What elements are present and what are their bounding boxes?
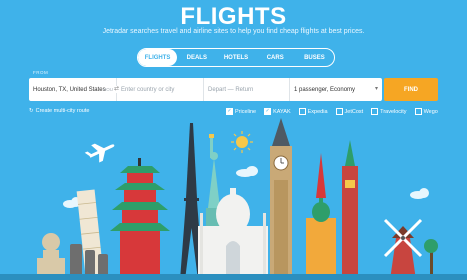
swap-icon[interactable]: ⇄ xyxy=(113,86,120,93)
find-button[interactable]: FIND xyxy=(384,78,438,101)
chevron-down-icon: ▾ xyxy=(374,86,378,92)
tab-buses[interactable]: BUSES xyxy=(295,49,334,66)
dates-field[interactable]: Depart — Return xyxy=(203,78,289,101)
passengers-value: 1 passenger, Economy xyxy=(294,86,356,93)
provider-wego[interactable]: Wego xyxy=(414,108,438,115)
kremlin-tower-icon xyxy=(342,140,358,280)
taj-mahal-icon xyxy=(198,188,268,280)
provider-kayak[interactable]: ✓ KAYAK xyxy=(264,108,291,115)
airplane-icon xyxy=(84,143,115,163)
dates-placeholder: Depart — Return xyxy=(208,86,254,93)
checkbox-checked-icon: ✓ xyxy=(226,108,233,115)
provider-label: Priceline xyxy=(235,108,257,115)
page-subtitle: Jetradar searches travel and airline sit… xyxy=(102,28,365,35)
page-title: FLIGHTS xyxy=(180,3,287,30)
checkbox-icon xyxy=(371,108,379,115)
checkbox-icon xyxy=(335,108,343,115)
ground-strip xyxy=(0,274,467,280)
provider-travelocity[interactable]: Travelocity xyxy=(371,108,407,115)
provider-label: KAYAK xyxy=(273,108,291,115)
destination-placeholder: Enter country or city xyxy=(121,86,175,93)
provider-priceline[interactable]: ✓ Priceline xyxy=(226,108,256,115)
origin-value: Houston, TX, United States xyxy=(33,86,106,93)
sun-icon xyxy=(231,131,253,153)
search-type-tabs: FLIGHTS DEALS HOTELS CARS BUSES xyxy=(137,48,335,67)
passengers-select[interactable]: 1 passenger, Economy ▾ xyxy=(289,78,382,101)
tree-icon xyxy=(424,239,438,280)
multi-city-link[interactable]: ↻ Create multi-city route xyxy=(29,108,89,114)
provider-label: Wego xyxy=(423,108,438,115)
tab-deals[interactable]: DEALS xyxy=(177,49,216,66)
tab-flights[interactable]: FLIGHTS xyxy=(138,49,178,66)
provider-checkboxes: ✓ Priceline ✓ KAYAK Expedia JetCost Travel… xyxy=(226,108,438,115)
pagoda-icon xyxy=(110,158,170,280)
multi-city-label: Create multi-city route xyxy=(35,108,90,114)
provider-expedia[interactable]: Expedia xyxy=(298,108,328,115)
tab-cars[interactable]: CARS xyxy=(256,49,295,66)
statue-icon xyxy=(37,233,65,280)
checkbox-icon xyxy=(298,108,306,115)
landmarks-illustration xyxy=(0,118,467,280)
cathedral-icon xyxy=(306,153,336,280)
origin-field[interactable]: Houston, TX, United States HOU ⇄ xyxy=(29,78,120,101)
provider-jetcost[interactable]: JetCost xyxy=(335,108,364,115)
refresh-icon: ↻ xyxy=(29,108,34,114)
from-label: FROM xyxy=(33,70,49,75)
destination-field[interactable]: Enter country or city xyxy=(116,78,203,101)
big-ben-icon xyxy=(270,118,292,280)
tab-hotels[interactable]: HOTELS xyxy=(216,49,255,66)
checkbox-icon xyxy=(414,108,422,115)
windmill-icon xyxy=(383,218,423,280)
provider-label: JetCost xyxy=(344,108,364,115)
provider-label: Travelocity xyxy=(380,108,407,115)
origin-code: HOU xyxy=(103,87,113,92)
checkbox-checked-icon: ✓ xyxy=(264,108,272,115)
flight-search-bar: Houston, TX, United States HOU ⇄ Enter c… xyxy=(29,78,382,101)
provider-label: Expedia xyxy=(307,108,328,115)
